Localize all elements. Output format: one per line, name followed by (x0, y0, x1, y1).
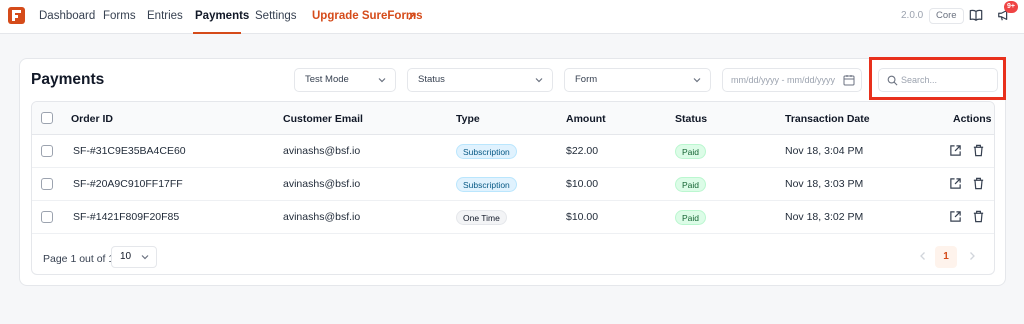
nav-settings[interactable]: Settings (255, 10, 297, 22)
trash-icon[interactable] (972, 210, 985, 223)
column-header-order-id[interactable]: Order ID (71, 113, 113, 125)
order-id-cell[interactable]: SF-#31C9E35BA4CE60 (73, 145, 186, 157)
type-badge: Subscription (456, 177, 517, 192)
table-row: SF-#31C9E35BA4CE60 avinashs@bsf.io Subsc… (32, 135, 994, 168)
calendar-icon (843, 75, 855, 86)
chevron-down-icon (378, 78, 386, 83)
order-id-cell[interactable]: SF-#20A9C910FF17FF (73, 178, 183, 190)
book-open-icon[interactable] (969, 8, 983, 22)
amount-cell: $10.00 (566, 211, 599, 223)
nav-dashboard[interactable]: Dashboard (39, 10, 95, 22)
type-badge: One Time (456, 210, 507, 225)
status-badge: Paid (675, 177, 707, 192)
email-cell: avinashs@bsf.io (283, 145, 361, 157)
status-badge: Paid (675, 144, 707, 159)
type-badge: Subscription (456, 144, 517, 159)
external-link-icon[interactable] (949, 210, 962, 223)
column-header-date[interactable]: Transaction Date (785, 113, 870, 125)
amount-cell: $22.00 (566, 145, 599, 157)
select-all-checkbox[interactable] (41, 112, 53, 124)
order-id-cell[interactable]: SF-#1421F809F20F85 (73, 211, 179, 223)
page-number-button[interactable]: 1 (935, 246, 957, 268)
row-checkbox[interactable] (41, 178, 53, 190)
column-header-status[interactable]: Status (675, 113, 707, 125)
table-row: SF-#20A9C910FF17FF avinashs@bsf.io Subsc… (32, 168, 994, 201)
external-link-icon[interactable] (949, 144, 962, 157)
plan-badge: Core (929, 8, 964, 24)
date-range-input[interactable]: mm/dd/yyyy - mm/dd/yyyy (722, 68, 862, 92)
highlight-box (869, 57, 1006, 100)
per-page-select[interactable]: 10 (111, 246, 157, 268)
status-select-value: Status (418, 74, 445, 85)
chevron-down-icon (141, 255, 149, 260)
version-label: 2.0.0 (901, 10, 924, 21)
top-navigation: Dashboard Forms Entries Payments Setting… (0, 0, 1024, 34)
mode-select-value: Test Mode (305, 74, 349, 85)
status-select[interactable]: Status (407, 68, 553, 92)
date-cell: Nov 18, 3:02 PM (785, 211, 864, 223)
chevron-right-icon[interactable] (966, 250, 978, 262)
email-cell: avinashs@bsf.io (283, 178, 361, 190)
date-cell: Nov 18, 3:04 PM (785, 145, 864, 157)
form-select-value: Form (575, 74, 598, 85)
nav-upgrade-link[interactable]: Upgrade SureForms (312, 10, 423, 22)
table-row: SF-#1421F809F20F85 avinashs@bsf.io One T… (32, 201, 994, 234)
table-header: Order ID Customer Email Type Amount Stat… (32, 102, 994, 135)
nav-entries[interactable]: Entries (147, 10, 183, 22)
per-page-value: 10 (120, 251, 132, 262)
chevron-left-icon[interactable] (917, 250, 929, 262)
column-header-type[interactable]: Type (456, 113, 480, 125)
email-cell: avinashs@bsf.io (283, 211, 361, 223)
row-checkbox[interactable] (41, 211, 53, 223)
form-select[interactable]: Form (564, 68, 711, 92)
status-badge: Paid (675, 210, 707, 225)
pagination-summary: Page 1 out of 1 (43, 253, 115, 265)
payments-table: Order ID Customer Email Type Amount Stat… (31, 101, 995, 275)
chevron-down-icon (535, 78, 543, 83)
date-range-placeholder: mm/dd/yyyy - mm/dd/yyyy (731, 75, 836, 85)
column-header-amount[interactable]: Amount (566, 113, 606, 125)
active-tab-indicator (193, 32, 241, 34)
row-checkbox[interactable] (41, 145, 53, 157)
chevron-down-icon (693, 78, 701, 83)
mode-select[interactable]: Test Mode (294, 68, 396, 92)
column-header-email[interactable]: Customer Email (283, 113, 363, 125)
column-header-actions: Actions (953, 113, 992, 125)
notification-count-badge: 9+ (1004, 1, 1018, 13)
amount-cell: $10.00 (566, 178, 599, 190)
arrow-up-right-icon: ↗ (407, 9, 418, 23)
trash-icon[interactable] (972, 144, 985, 157)
trash-icon[interactable] (972, 177, 985, 190)
date-cell: Nov 18, 3:03 PM (785, 178, 864, 190)
sureforms-logo-icon[interactable] (8, 7, 25, 24)
page-title: Payments (31, 71, 105, 88)
nav-forms[interactable]: Forms (103, 10, 136, 22)
external-link-icon[interactable] (949, 177, 962, 190)
nav-payments[interactable]: Payments (195, 10, 249, 22)
